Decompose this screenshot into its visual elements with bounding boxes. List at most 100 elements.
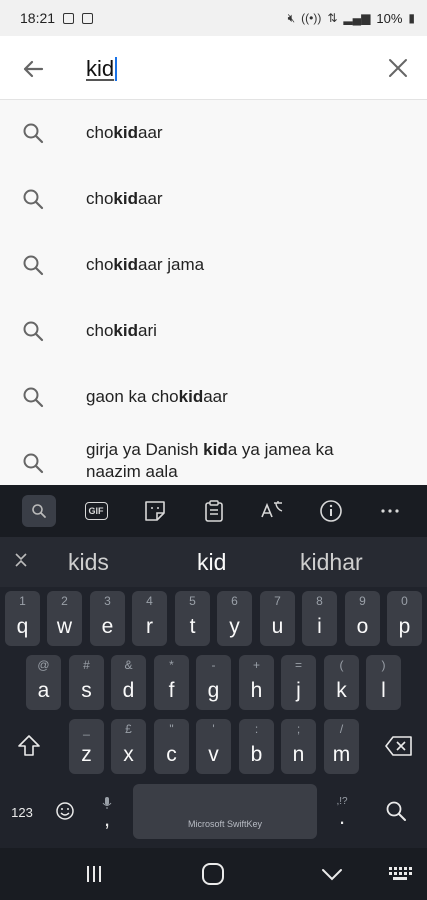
keyboard-toolbar: GIF	[0, 485, 427, 537]
emoji-icon	[56, 802, 74, 820]
backspace-key[interactable]	[380, 725, 418, 767]
key-i[interactable]: 8i	[302, 591, 337, 646]
more-icon	[381, 509, 399, 513]
data-icon: ⇅	[327, 11, 338, 25]
key-a[interactable]: @ a	[26, 655, 61, 710]
suggestion-list: chokidaar chokidaar chokidaar jama choki…	[0, 100, 427, 485]
home-icon[interactable]	[199, 860, 227, 888]
status-time: 18:21	[20, 10, 56, 26]
prediction-left[interactable]: kids	[68, 549, 109, 576]
key-g[interactable]: -g	[196, 655, 231, 710]
suggestion-item[interactable]: chokidaar jama	[0, 232, 427, 298]
translator-button[interactable]	[258, 497, 286, 525]
clear-icon[interactable]	[385, 55, 411, 81]
search-icon	[386, 801, 406, 821]
key-o[interactable]: 9o	[345, 591, 380, 646]
emoji-key[interactable]	[50, 796, 80, 826]
key-k[interactable]: (k	[324, 655, 359, 710]
gif-icon: GIF	[84, 502, 108, 520]
hide-keyboard-icon[interactable]	[318, 860, 346, 888]
key-d[interactable]: & d	[111, 655, 146, 710]
prediction-right[interactable]: kidhar	[300, 549, 363, 576]
suggestion-item[interactable]: chokidaar	[0, 166, 427, 232]
keyboard-switch-icon[interactable]	[386, 860, 414, 888]
search-header: kid	[0, 36, 427, 100]
key-s[interactable]: # s	[69, 655, 104, 710]
suggestion-item[interactable]: chokidari	[0, 298, 427, 364]
key-e[interactable]: 3e	[90, 591, 125, 646]
key-b[interactable]: :b	[239, 719, 274, 774]
suggestion-text: chokidaar jama	[86, 255, 205, 274]
key-w[interactable]: 2w	[47, 591, 82, 646]
shift-icon	[18, 735, 40, 756]
numbers-key[interactable]: 123	[6, 797, 38, 827]
key-x[interactable]: £ x	[111, 719, 146, 774]
suggestion-text: chokidaar	[86, 189, 163, 208]
key-t[interactable]: 5t	[175, 591, 210, 646]
key-y[interactable]: 6y	[217, 591, 252, 646]
suggestion-text: gaon ka chokidaar	[86, 387, 228, 406]
key-n[interactable]: ; n	[281, 719, 316, 774]
hotspot-icon: ((•))	[301, 11, 322, 25]
backspace-icon	[385, 736, 412, 756]
search-action-key[interactable]	[380, 796, 412, 826]
text-caret	[115, 57, 118, 81]
suggestion-text: chokidari	[86, 321, 157, 340]
comma-label: ,	[103, 805, 111, 831]
back-arrow-icon[interactable]	[18, 54, 48, 84]
key-h[interactable]: + h	[239, 655, 274, 710]
navigation-bar	[0, 848, 427, 900]
clipboard-icon	[205, 500, 223, 522]
search-input[interactable]: kid	[86, 54, 118, 84]
keyboard: GIF kids kid kidhar 1q 2w 3e 4r 5t 6y 7u…	[0, 485, 427, 848]
search-icon	[23, 189, 44, 210]
search-icon	[32, 504, 46, 518]
clipboard-button[interactable]	[200, 497, 228, 525]
toolbar-search-button[interactable]	[22, 495, 56, 527]
key-q[interactable]: 1q	[5, 591, 40, 646]
space-bar[interactable]: Microsoft SwiftKey	[133, 784, 317, 839]
battery-icon: ▮	[408, 11, 415, 25]
signal-icon: ▂▄▆	[343, 11, 371, 25]
search-icon	[23, 453, 44, 474]
period-key[interactable]: ,!? .	[327, 784, 357, 839]
notification-icon	[63, 12, 75, 24]
gallery-icon	[82, 12, 94, 24]
key-m[interactable]: / m	[324, 719, 359, 774]
info-button[interactable]	[317, 497, 345, 525]
suggestion-item[interactable]: gaon ka chokidaar	[0, 364, 427, 430]
suggestion-text: chokidaar	[86, 123, 163, 142]
gif-button[interactable]: GIF	[82, 497, 110, 525]
sticker-icon	[145, 501, 165, 521]
suggestion-item[interactable]: chokidaar	[0, 100, 427, 166]
key-r[interactable]: 4r	[132, 591, 167, 646]
search-icon	[23, 123, 44, 144]
key-j[interactable]: = j	[281, 655, 316, 710]
sticker-button[interactable]	[141, 497, 169, 525]
key-l[interactable]: ) l	[366, 655, 401, 710]
info-icon	[320, 500, 342, 522]
search-icon	[23, 255, 44, 276]
translate-icon	[261, 501, 283, 518]
recent-apps-icon[interactable]	[80, 860, 108, 888]
search-query: kid	[86, 56, 115, 81]
key-c[interactable]: " c	[154, 719, 189, 774]
comma-key[interactable]: ,	[92, 784, 122, 839]
key-z[interactable]: _ z	[69, 719, 104, 774]
suggestion-text: girja ya Danish kida ya jamea ka naazim …	[86, 440, 334, 481]
key-u[interactable]: 7u	[260, 591, 295, 646]
key-p[interactable]: 0p	[387, 591, 422, 646]
more-button[interactable]	[376, 497, 404, 525]
mute-icon: 🔇︎	[287, 10, 296, 25]
key-v[interactable]: ' v	[196, 719, 231, 774]
collapse-icon[interactable]	[12, 551, 30, 569]
suggestion-item[interactable]: girja ya Danish kida ya jamea ka naazim …	[0, 430, 427, 485]
key-f[interactable]: * f	[154, 655, 189, 710]
status-bar: 18:21 🔇︎ ((•)) ⇅ ▂▄▆ 10% ▮	[0, 0, 427, 36]
shift-key[interactable]	[10, 725, 48, 767]
search-icon	[23, 321, 44, 342]
prediction-bar: kids kid kidhar	[0, 537, 427, 587]
battery-percent: 10%	[376, 10, 403, 26]
prediction-center[interactable]: kid	[197, 549, 226, 576]
search-icon	[23, 387, 44, 408]
